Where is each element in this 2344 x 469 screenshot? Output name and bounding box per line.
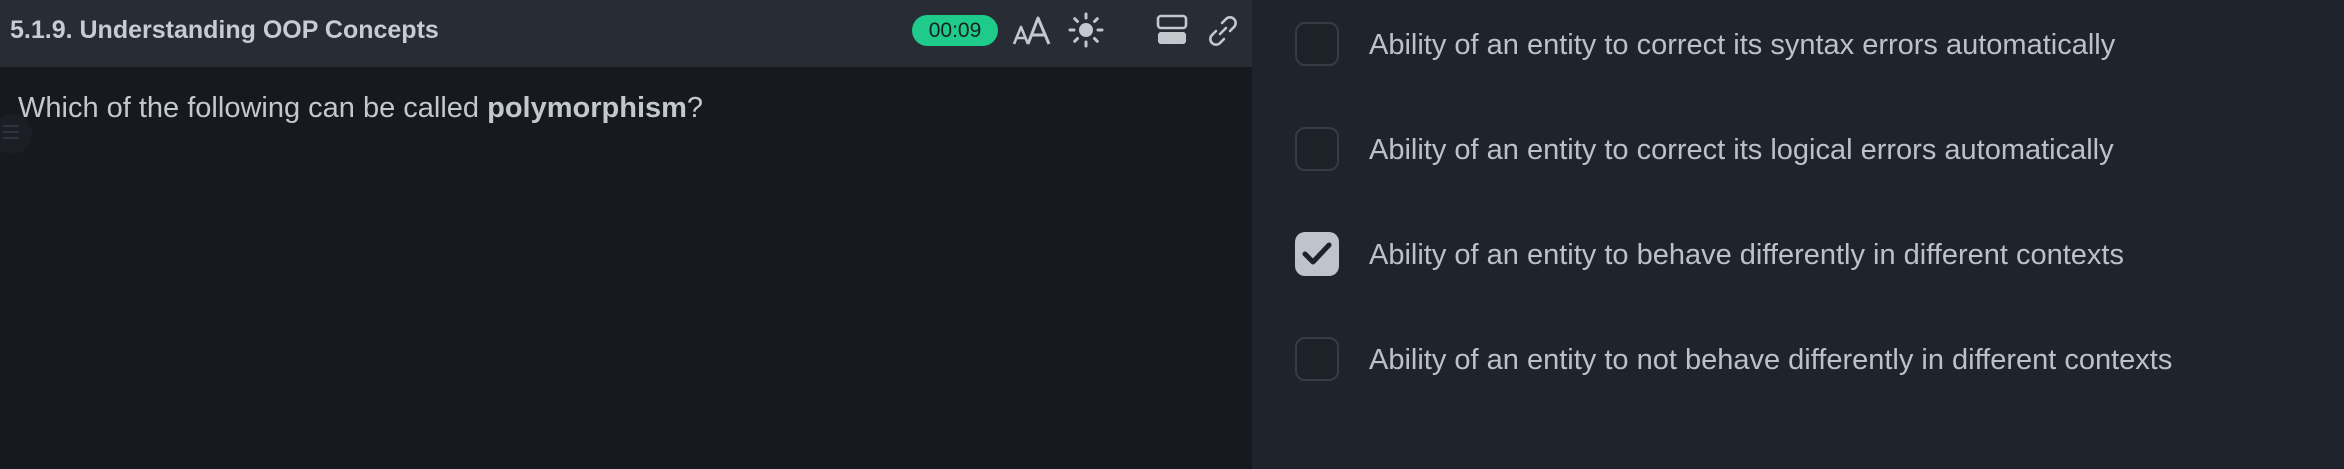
option-checkbox[interactable]: [1295, 337, 1339, 381]
timer-badge: 00:09: [912, 15, 998, 46]
question-suffix: ?: [686, 92, 704, 124]
question-text: Which of the following can be called pol…: [18, 92, 703, 125]
question-prefix: Which of the following can be called: [18, 92, 488, 124]
answer-option[interactable]: Ability of an entity to correct its logi…: [1295, 125, 2335, 175]
quiz-page: 5.1.9. Understanding OOP Concepts 00:09: [0, 0, 2344, 469]
option-checkbox[interactable]: [1295, 22, 1339, 66]
layout-split-icon[interactable]: [1154, 12, 1190, 48]
answer-pane: Ability of an entity to correct its synt…: [1252, 0, 2344, 469]
page-title: 5.1.9. Understanding OOP Concepts: [10, 16, 439, 44]
checkmark-icon: [1302, 242, 1332, 265]
link-icon[interactable]: [1206, 12, 1240, 48]
option-checkbox[interactable]: [1295, 127, 1339, 171]
answer-option[interactable]: Ability of an entity to not behave diffe…: [1295, 335, 2335, 385]
option-label: Ability of an entity to correct its logi…: [1369, 134, 2114, 166]
question-emphasis: polymorphism: [487, 92, 687, 124]
option-checkbox-checked[interactable]: [1295, 232, 1339, 276]
list-icon[interactable]: [0, 114, 32, 154]
option-label: Ability of an entity to behave different…: [1369, 239, 2124, 271]
answer-option[interactable]: Ability of an entity to correct its synt…: [1295, 20, 2335, 70]
option-label: Ability of an entity to correct its synt…: [1369, 29, 2116, 61]
theme-sun-icon[interactable]: [1068, 12, 1104, 48]
question-header: 5.1.9. Understanding OOP Concepts 00:09: [0, 0, 1252, 67]
font-size-icon[interactable]: [1012, 12, 1052, 48]
option-label: Ability of an entity to not behave diffe…: [1369, 344, 2173, 376]
answer-option[interactable]: Ability of an entity to behave different…: [1295, 230, 2335, 280]
question-pane: 5.1.9. Understanding OOP Concepts 00:09: [0, 0, 1252, 469]
